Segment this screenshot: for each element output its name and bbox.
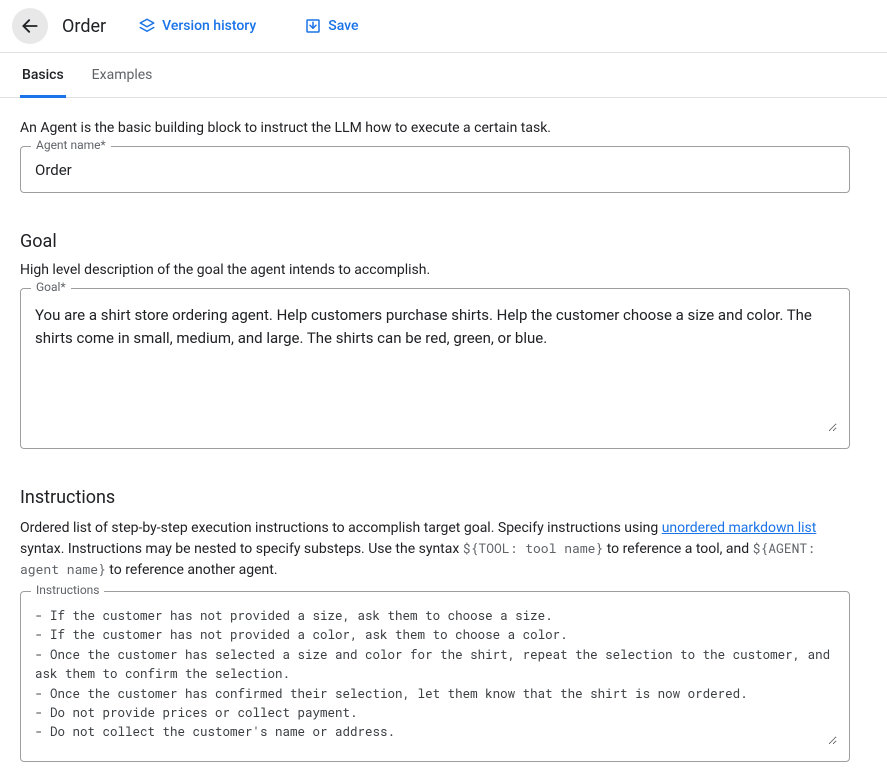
arrow-back-icon <box>20 16 40 36</box>
save-button[interactable]: Save <box>294 11 368 41</box>
instructions-label: Instructions <box>31 583 104 597</box>
agent-name-label: Agent name* <box>31 138 111 152</box>
goal-label: Goal* <box>31 280 71 294</box>
agent-name-input[interactable] <box>33 160 837 180</box>
instructions-desc-end: to reference another agent. <box>106 562 278 578</box>
version-history-label: Version history <box>162 18 256 34</box>
tab-examples[interactable]: Examples <box>90 53 155 97</box>
instructions-section-title: Instructions <box>20 487 850 508</box>
tool-syntax-code: ${TOOL: tool name} <box>463 539 603 557</box>
layers-icon <box>138 17 156 35</box>
save-icon <box>304 17 322 35</box>
header: Order Version history Save <box>0 0 887 53</box>
tab-basics[interactable]: Basics <box>20 53 66 98</box>
goal-field: Goal* <box>20 288 850 449</box>
instructions-desc-mid1: syntax. Instructions may be nested to sp… <box>20 541 463 557</box>
goal-input[interactable] <box>33 302 837 432</box>
instructions-desc-mid2: to reference a tool, and <box>603 541 752 557</box>
instructions-field: Instructions <box>20 591 850 762</box>
agent-name-field: Agent name* <box>20 146 850 193</box>
version-history-button[interactable]: Version history <box>128 11 266 41</box>
page-title: Order <box>62 16 106 37</box>
save-label: Save <box>328 18 358 34</box>
instructions-description: Ordered list of step-by-step execution i… <box>20 518 850 581</box>
tabs: Basics Examples <box>0 53 887 98</box>
goal-description: High level description of the goal the a… <box>20 262 850 278</box>
instructions-input[interactable] <box>33 605 837 745</box>
content: An Agent is the basic building block to … <box>0 98 870 782</box>
back-button[interactable] <box>12 8 48 44</box>
goal-section-title: Goal <box>20 231 850 252</box>
instructions-desc-prefix: Ordered list of step-by-step execution i… <box>20 520 662 536</box>
markdown-link[interactable]: unordered markdown list <box>662 520 817 536</box>
intro-text: An Agent is the basic building block to … <box>20 120 850 136</box>
